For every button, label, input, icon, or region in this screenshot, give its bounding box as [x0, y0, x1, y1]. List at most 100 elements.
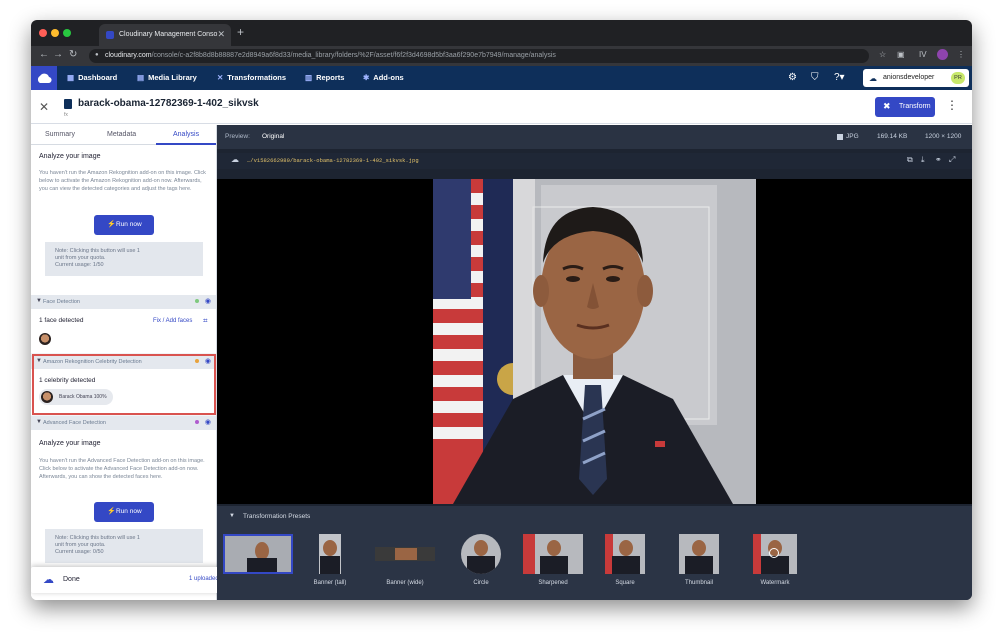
- nav-transformations[interactable]: ✕ Transformations: [217, 73, 286, 82]
- run-now-button[interactable]: ⚡ Run now: [94, 215, 154, 235]
- browser-window: Cloudinary Management Conso ✕ + ← → ↻ ● …: [31, 20, 972, 600]
- new-tab-icon[interactable]: +: [237, 25, 244, 39]
- preset-sharpened-thumb[interactable]: [523, 534, 583, 574]
- preset-label: Thumbnail: [684, 580, 713, 586]
- nav-media-library[interactable]: ▤ Media Library: [137, 73, 197, 82]
- reload-icon[interactable]: ↻: [69, 49, 77, 60]
- advanced-description: You haven't run the Advanced Face Detect…: [39, 458, 205, 480]
- run-now-label: Run now: [116, 508, 142, 515]
- profile-avatar-icon[interactable]: [937, 49, 948, 60]
- nav-reports-label: Reports: [316, 73, 345, 82]
- run-icon: ⚡: [107, 221, 116, 228]
- more-options-icon[interactable]: ⋮: [946, 98, 958, 112]
- fix-add-faces-link[interactable]: Fix / Add faces: [153, 318, 192, 324]
- presets-title: Transformation Presets: [243, 513, 311, 520]
- extension-icon[interactable]: ▣: [897, 50, 905, 59]
- browser-tab-title: Cloudinary Management Conso: [119, 31, 218, 38]
- preset-label: Sharpened: [538, 580, 568, 586]
- cloudinary-logo-icon[interactable]: [31, 66, 57, 90]
- run-now-button-advanced[interactable]: ⚡ Run now: [94, 502, 154, 522]
- bookmark-star-icon[interactable]: ☆: [879, 50, 886, 59]
- preview-toolbar: Preview: Original JPG 169.14 KB 1200 × 1…: [217, 125, 972, 149]
- download-icon[interactable]: ⤓: [921, 155, 925, 165]
- face-detection-title: Face Detection: [43, 299, 80, 305]
- notifications-icon[interactable]: ⛉: [811, 72, 819, 83]
- preset-label: Banner (tall): [313, 580, 347, 586]
- collapse-arrow-icon[interactable]: ▼: [229, 513, 235, 519]
- face-detected-text: 1 face detected: [39, 317, 84, 324]
- close-asset-icon[interactable]: ✕: [39, 100, 49, 114]
- lock-icon: ●: [95, 52, 99, 58]
- nav-dashboard[interactable]: ▦ Dashboard: [67, 73, 117, 82]
- transform-button[interactable]: ✖ Transform: [875, 97, 935, 117]
- preset-label: Watermark: [760, 580, 790, 586]
- tab-summary[interactable]: Summary: [45, 131, 75, 138]
- preview-mode-select[interactable]: Original: [262, 133, 284, 140]
- image-dimensions: 1200 × 1200: [925, 133, 962, 140]
- address-bar[interactable]: ● cloudinary.com/console/c-a2f8b8d8b8888…: [89, 49, 869, 63]
- back-icon[interactable]: ←: [39, 49, 49, 60]
- collapse-arrow-icon: ▼: [36, 298, 42, 304]
- browser-menu-icon[interactable]: ⋮: [957, 50, 965, 59]
- rekognition-description: You haven't run the Amazon Rekognition a…: [39, 170, 206, 192]
- settings-gear-icon[interactable]: ⚙: [788, 72, 797, 83]
- asset-path-bar: ☁ …/v1582662980/barack-obama-12782369-1-…: [217, 153, 972, 169]
- preset-banner-tall-thumb[interactable]: [319, 534, 341, 574]
- nav-dashboard-label: Dashboard: [78, 73, 118, 82]
- account-name: anionsdeveloper: [883, 74, 935, 81]
- open-external-icon[interactable]: ⧉: [907, 155, 913, 165]
- face-edit-icon[interactable]: ⌗: [203, 316, 208, 326]
- transform-icon: ✖: [883, 101, 891, 111]
- preset-circle-thumb[interactable]: [461, 534, 501, 574]
- quota-note-text: Note: Clicking this button will use 1 un…: [55, 535, 140, 548]
- file-size: 169.14 KB: [877, 133, 908, 140]
- asset-filename: barack-obama-12782369-1-402_sikvsk: [78, 98, 259, 109]
- fullscreen-icon[interactable]: ⤢: [949, 155, 955, 165]
- close-tab-icon[interactable]: ✕: [217, 29, 225, 40]
- preset-banner-wide-thumb[interactable]: [375, 547, 435, 561]
- tab-metadata[interactable]: Metadata: [107, 131, 136, 138]
- browser-tab[interactable]: Cloudinary Management Conso ✕: [99, 24, 231, 46]
- nav-reports[interactable]: ▥ Reports: [305, 73, 344, 82]
- toast-uploaded-count[interactable]: 1 uploaded: [189, 576, 219, 582]
- maximize-window-button[interactable]: [63, 29, 71, 37]
- celebrity-tag[interactable]: Barack Obama 100%: [39, 389, 113, 405]
- nav-transformations-label: Transformations: [227, 73, 287, 82]
- close-window-button[interactable]: [39, 29, 47, 37]
- transformations-icon: ✕: [217, 73, 224, 82]
- help-icon[interactable]: ?▾: [834, 72, 845, 83]
- asset-path[interactable]: …/v1582662980/barack-obama-12782369-1-40…: [247, 157, 419, 164]
- nav-addons[interactable]: ✱ Add-ons: [363, 73, 404, 82]
- copy-link-icon[interactable]: ⚭: [935, 155, 942, 164]
- forward-icon[interactable]: →: [53, 49, 63, 60]
- face-thumbnail[interactable]: [39, 333, 51, 345]
- plan-badge: PR: [951, 72, 965, 84]
- quota-note-text: Note: Clicking this button will use 1 un…: [55, 248, 140, 261]
- preset-thumbnail-thumb[interactable]: [679, 534, 719, 574]
- extension-icon[interactable]: IV: [919, 50, 927, 59]
- cloud-upload-icon: ☁: [43, 574, 54, 586]
- quota-note: Note: Clicking this button will use 1 un…: [45, 242, 203, 276]
- file-format-icon: [837, 134, 843, 140]
- portrait-photo[interactable]: [433, 179, 756, 504]
- transform-button-label: Transform: [899, 103, 931, 110]
- preset-square-thumb[interactable]: [605, 534, 645, 574]
- face-detection-section: 1 face detected Fix / Add faces ⌗: [31, 309, 216, 353]
- advanced-face-detection-header[interactable]: ▼ Advanced Face Detection ◉: [31, 416, 216, 430]
- preview-label: Preview:: [225, 133, 250, 140]
- celebrity-detection-header[interactable]: ▼ Amazon Rekognition Celebrity Detection…: [31, 355, 216, 369]
- dashboard-icon: ▦: [67, 73, 75, 82]
- visibility-eye-icon[interactable]: ◉: [205, 297, 211, 305]
- account-menu[interactable]: ☁ anionsdeveloper PR: [863, 69, 969, 87]
- toast-done-label: Done: [63, 576, 80, 583]
- analysis-sidebar: Summary Metadata Analysis Analyze your i…: [31, 125, 217, 600]
- cloud-icon: ☁: [869, 74, 877, 83]
- face-detection-header[interactable]: ▼ Face Detection ◉: [31, 295, 216, 309]
- visibility-eye-icon[interactable]: ◉: [205, 357, 211, 365]
- preset-original-thumb[interactable]: [223, 534, 293, 574]
- tab-analysis[interactable]: Analysis: [173, 131, 199, 138]
- visibility-eye-icon[interactable]: ◉: [205, 418, 211, 426]
- image-viewer: [217, 179, 972, 504]
- minimize-window-button[interactable]: [51, 29, 59, 37]
- preset-watermark-thumb[interactable]: [753, 534, 797, 574]
